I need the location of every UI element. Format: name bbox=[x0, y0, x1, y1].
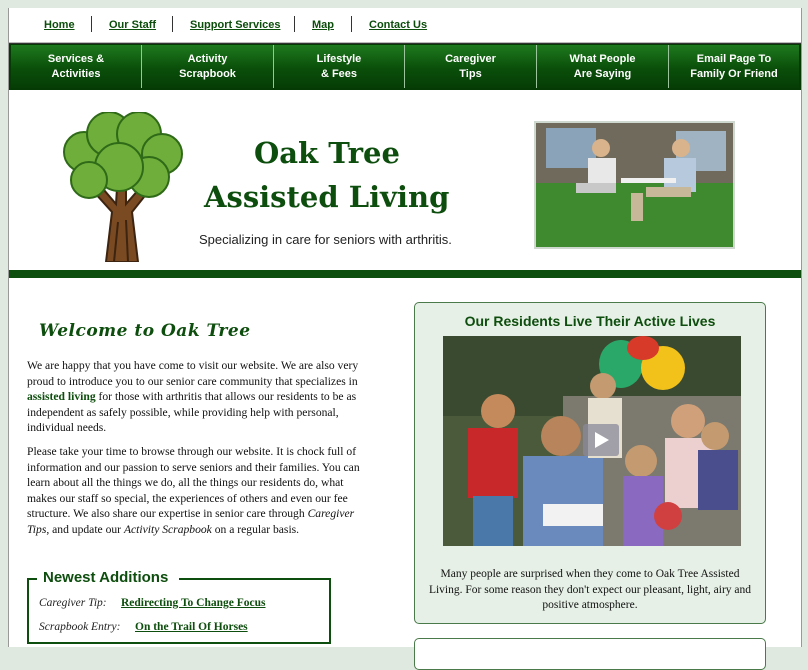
our-staff-link[interactable]: Our Staff bbox=[109, 19, 156, 31]
intro-paragraph-1: We are happy that you have come to visit… bbox=[27, 358, 372, 436]
list-item: Scrapbook Entry: On the Trail Of Horses bbox=[39, 621, 248, 633]
divider bbox=[172, 16, 173, 32]
divider bbox=[351, 16, 352, 32]
scrapbook-entry-label: Scrapbook Entry: bbox=[39, 621, 121, 633]
site-tagline: Specializing in care for seniors with ar… bbox=[199, 232, 452, 247]
secondary-panel bbox=[414, 638, 766, 670]
nav-services-activities[interactable]: Services & Activities bbox=[11, 45, 142, 88]
site-header: Oak Tree Assisted Living Specializing in… bbox=[9, 90, 801, 270]
oak-tree-logo bbox=[63, 112, 183, 262]
map-link[interactable]: Map bbox=[312, 19, 334, 31]
site-title-line2: Assisted Living bbox=[204, 180, 450, 214]
contact-us-link[interactable]: Contact Us bbox=[369, 19, 427, 31]
activity-scrapbook-ref: Activity Scrapbook bbox=[123, 522, 212, 536]
newest-additions-box: Newest Additions Caregiver Tip: Redirect… bbox=[27, 569, 331, 644]
site-title-line1: Oak Tree bbox=[254, 136, 400, 170]
intro-paragraph-2: Please take your time to browse through … bbox=[27, 444, 372, 538]
residents-panel: Our Residents Live Their Active Lives Ma… bbox=[414, 302, 766, 624]
welcome-heading: Welcome to Oak Tree bbox=[39, 321, 251, 341]
caregiver-tip-label: Caregiver Tip: bbox=[39, 597, 107, 609]
assisted-living-link[interactable]: assisted living bbox=[27, 390, 96, 403]
nav-what-people-say[interactable]: What People Are Saying bbox=[537, 45, 669, 88]
divider bbox=[91, 16, 92, 32]
support-services-link[interactable]: Support Services bbox=[190, 19, 280, 31]
main-nav: Services & Activities Activity Scrapbook… bbox=[9, 43, 801, 91]
caregiver-tip-link[interactable]: Redirecting To Change Focus bbox=[121, 597, 266, 609]
residents-panel-title: Our Residents Live Their Active Lives bbox=[464, 313, 716, 329]
nav-email-page[interactable]: Email Page To Family Or Friend bbox=[669, 45, 799, 88]
top-links-bar: Home Our Staff Support Services Map Cont… bbox=[9, 8, 801, 43]
residents-caption: Many people are surprised when they come… bbox=[428, 568, 752, 611]
intro-text: , and update our bbox=[46, 522, 124, 536]
header-divider bbox=[9, 270, 801, 278]
page-frame: Home Our Staff Support Services Map Cont… bbox=[8, 8, 802, 670]
divider bbox=[294, 16, 295, 32]
nav-lifestyle-fees[interactable]: Lifestyle & Fees bbox=[274, 45, 405, 88]
intro-text: on a regular basis. bbox=[211, 522, 300, 536]
scrapbook-entry-link[interactable]: On the Trail Of Horses bbox=[135, 621, 248, 633]
seniors-photo bbox=[534, 121, 735, 249]
intro-text: We are happy that you have come to visit… bbox=[27, 359, 359, 388]
newest-additions-title: Newest Additions bbox=[41, 569, 171, 586]
nav-caregiver-tips[interactable]: Caregiver Tips bbox=[405, 45, 537, 88]
list-item: Caregiver Tip: Redirecting To Change Foc… bbox=[39, 597, 266, 609]
nav-activity-scrapbook[interactable]: Activity Scrapbook bbox=[142, 45, 274, 88]
residents-video[interactable] bbox=[443, 336, 741, 546]
home-link[interactable]: Home bbox=[44, 19, 75, 31]
